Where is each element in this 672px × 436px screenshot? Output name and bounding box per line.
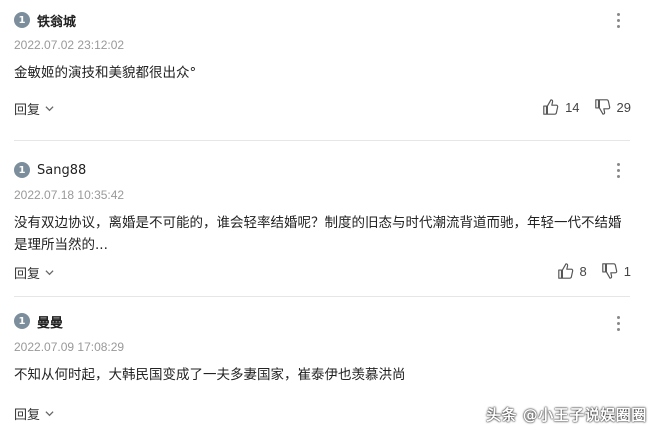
comment-text: 不知从何时起，大韩民国变成了一夫多妻国家，崔泰伊也羡慕洪尚 xyxy=(14,367,406,383)
like-count: 14 xyxy=(565,99,580,115)
comment-header: 1 铁翁城 xyxy=(14,11,76,30)
rank-badge: 1 xyxy=(14,162,30,178)
comment-item: 1 铁翁城 2022.07.02 23:12:02 金敏姬的演技和美貌都很出众°… xyxy=(0,0,672,150)
dislike-count: 1 xyxy=(623,263,631,279)
reply-label: 回复 xyxy=(14,408,41,423)
like-button[interactable]: 8 xyxy=(557,262,587,280)
comment-item: 1 Sang88 2022.07.18 10:35:42 没有双边协议，离婚是不… xyxy=(0,150,672,297)
thumbs-up-icon xyxy=(543,99,559,115)
comment-author[interactable]: 曼曼 xyxy=(37,312,63,331)
chevron-down-icon xyxy=(45,411,54,417)
chevron-down-icon xyxy=(45,270,54,276)
dislike-button[interactable]: 1 xyxy=(601,262,631,280)
thumbs-down-icon xyxy=(594,99,610,115)
comment-text: 金敏姬的演技和美貌都很出众° xyxy=(14,65,197,81)
reply-label: 回复 xyxy=(14,267,41,282)
reply-label: 回复 xyxy=(14,103,41,118)
reply-button[interactable]: 回复 xyxy=(14,99,54,118)
reply-button[interactable]: 回复 xyxy=(14,404,54,423)
rank-badge: 1 xyxy=(14,12,30,28)
divider xyxy=(14,140,630,141)
reply-button[interactable]: 回复 xyxy=(14,263,54,282)
like-count: 8 xyxy=(579,263,587,279)
dislike-count: 29 xyxy=(616,99,631,115)
comment-timestamp: 2022.07.18 10:35:42 xyxy=(14,188,125,202)
watermark: 头条 @小王子说娱圈圈 xyxy=(486,406,647,424)
chevron-down-icon xyxy=(45,106,54,112)
vote-group: 8 1 xyxy=(557,262,631,280)
comment-text: 没有双边协议，离婚是不可能的，谁会轻率结婚呢？制度的旧态与时代潮流背道而驰，年轻… xyxy=(14,215,622,253)
dislike-button[interactable]: 29 xyxy=(594,98,631,116)
comment-timestamp: 2022.07.02 23:12:02 xyxy=(14,38,125,52)
comment-author[interactable]: 铁翁城 xyxy=(37,11,76,30)
comment-header: 1 曼曼 xyxy=(14,312,63,331)
rank-badge: 1 xyxy=(14,313,30,329)
comment-author[interactable]: Sang88 xyxy=(37,163,86,178)
more-options-icon[interactable] xyxy=(610,10,626,30)
thumbs-down-icon xyxy=(601,263,618,279)
thumbs-up-icon xyxy=(557,263,573,279)
more-options-icon[interactable] xyxy=(610,160,626,180)
comment-header: 1 Sang88 xyxy=(14,161,86,179)
comment-timestamp: 2022.07.09 17:08:29 xyxy=(14,340,125,354)
like-button[interactable]: 14 xyxy=(542,98,580,116)
vote-group: 14 29 xyxy=(542,98,631,116)
more-options-icon[interactable] xyxy=(610,313,626,333)
